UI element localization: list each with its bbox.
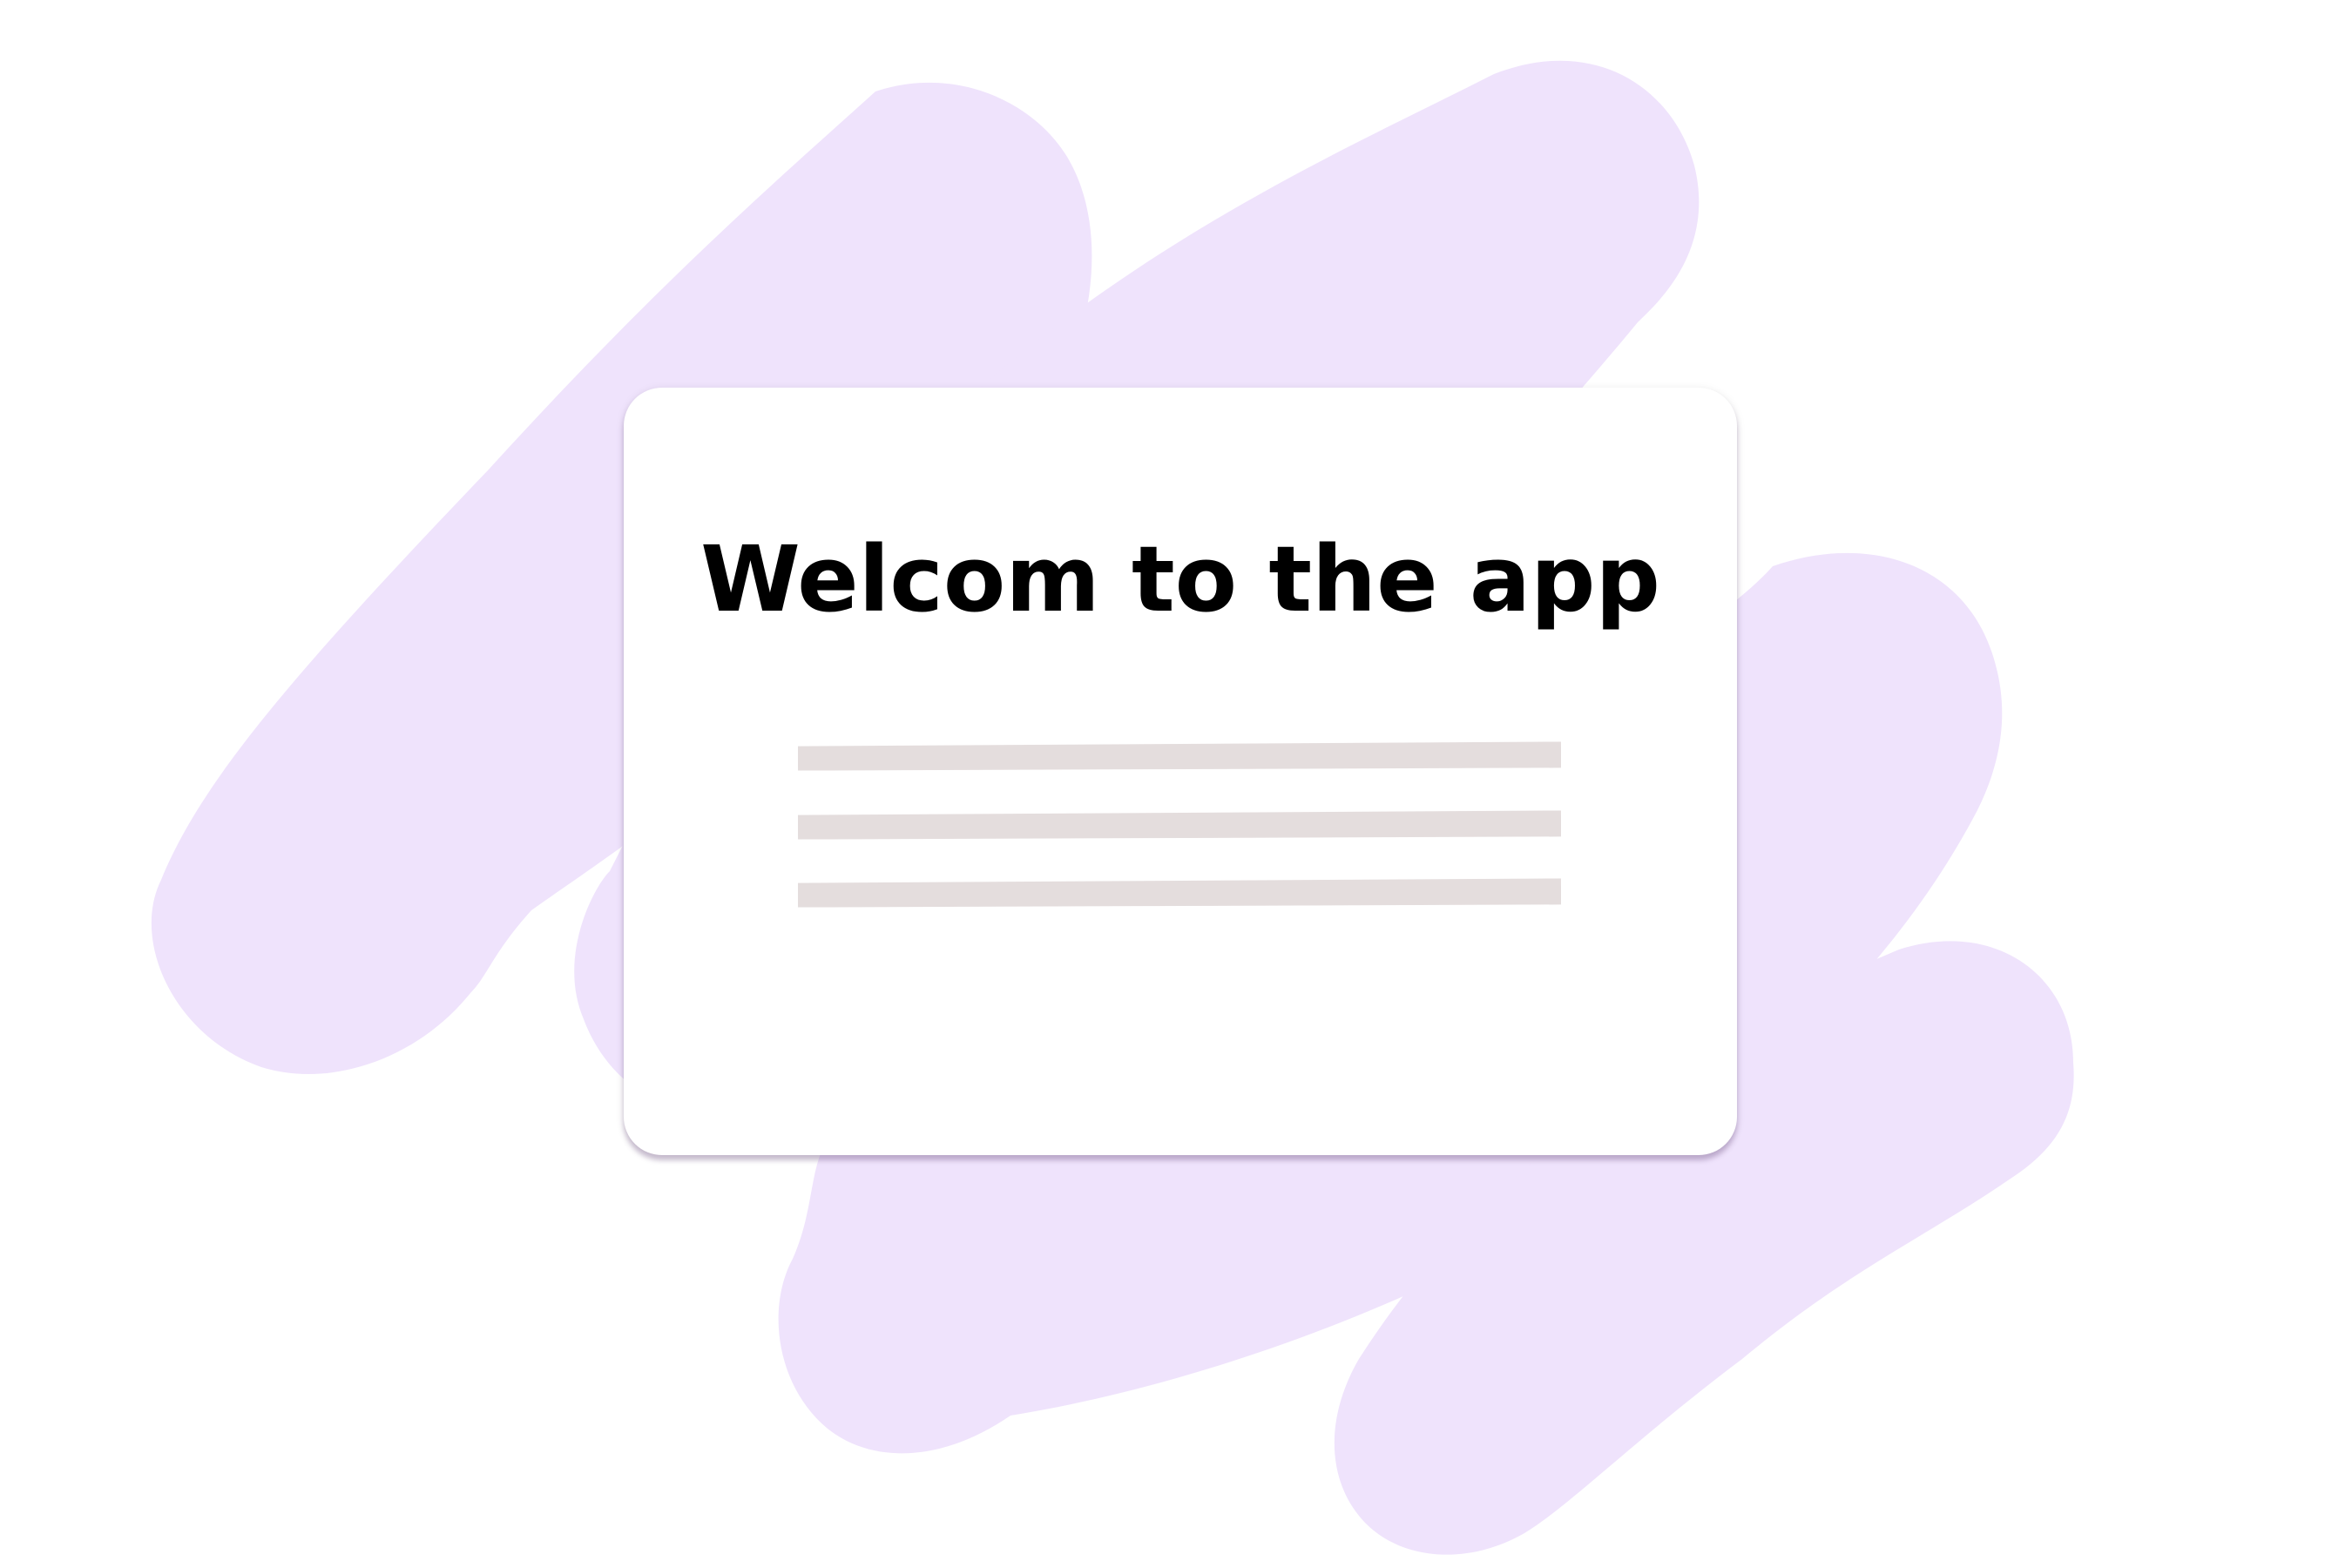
welcome-title: Welcom to the app	[700, 526, 1660, 632]
placeholder-text-line	[797, 878, 1562, 908]
placeholder-bar	[797, 741, 1562, 771]
placeholder-text-line	[797, 810, 1562, 840]
placeholder-bar	[797, 878, 1562, 908]
placeholder-bar	[797, 810, 1562, 840]
splash-screen: Welcom to the app	[0, 0, 2352, 1568]
placeholder-text-line	[797, 741, 1562, 771]
welcome-card: Welcom to the app	[624, 388, 1737, 1155]
